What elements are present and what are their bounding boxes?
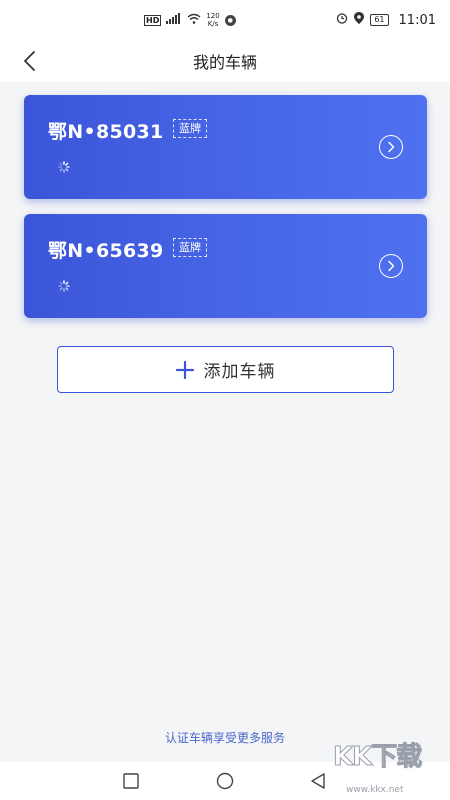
back-button[interactable] (14, 46, 44, 76)
detail-arrow-button[interactable] (379, 254, 403, 278)
speed-unit: K/s (207, 20, 219, 28)
status-indicators: HD 120 K/s ● (144, 12, 236, 28)
clock: 11:01 (398, 12, 436, 28)
vehicle-card[interactable]: 鄂N•65639 蓝牌 (24, 214, 427, 318)
recent-apps-button[interactable] (120, 770, 142, 792)
wifi-icon (187, 13, 201, 27)
chevron-left-icon (24, 51, 35, 71)
watermark-url: www.kkx.net (346, 785, 404, 795)
status-bar: HD 120 K/s ● 61 11:01 (0, 0, 450, 40)
hd-icon: HD (144, 14, 162, 26)
signal-icon (166, 13, 182, 27)
home-button[interactable] (214, 770, 236, 792)
notification-icon: ● (224, 14, 236, 26)
square-icon (123, 773, 139, 789)
plate-color-tag: 蓝牌 (173, 238, 207, 257)
nav-bar: 我的车辆 (0, 40, 450, 82)
page-title: 我的车辆 (192, 53, 257, 72)
loading-spinner-icon (58, 161, 70, 173)
loading-spinner-icon (58, 280, 70, 292)
add-vehicle-button[interactable]: 添加车辆 (57, 346, 394, 393)
chevron-right-icon (388, 260, 395, 272)
detail-arrow-button[interactable] (379, 135, 403, 159)
vehicle-card[interactable]: 鄂N•85031 蓝牌 (24, 95, 427, 199)
status-right: 61 11:01 (336, 12, 436, 28)
circle-icon (216, 772, 234, 790)
alarm-icon (336, 12, 348, 28)
speed-value: 120 (206, 12, 220, 20)
triangle-back-icon (311, 773, 325, 789)
plate-color-tag: 蓝牌 (173, 119, 207, 138)
plus-icon (175, 360, 194, 379)
plate-number: 鄂N•65639 (48, 240, 164, 262)
add-vehicle-label: 添加车辆 (203, 362, 276, 382)
location-icon (354, 12, 365, 28)
system-back-button[interactable] (307, 770, 329, 792)
network-speed: 120 K/s (206, 12, 219, 28)
watermark-logo: KK下载 (332, 742, 422, 773)
battery-indicator: 61 (370, 14, 389, 26)
plate-number: 鄂N•85031 (48, 121, 164, 143)
chevron-right-icon (388, 141, 395, 153)
